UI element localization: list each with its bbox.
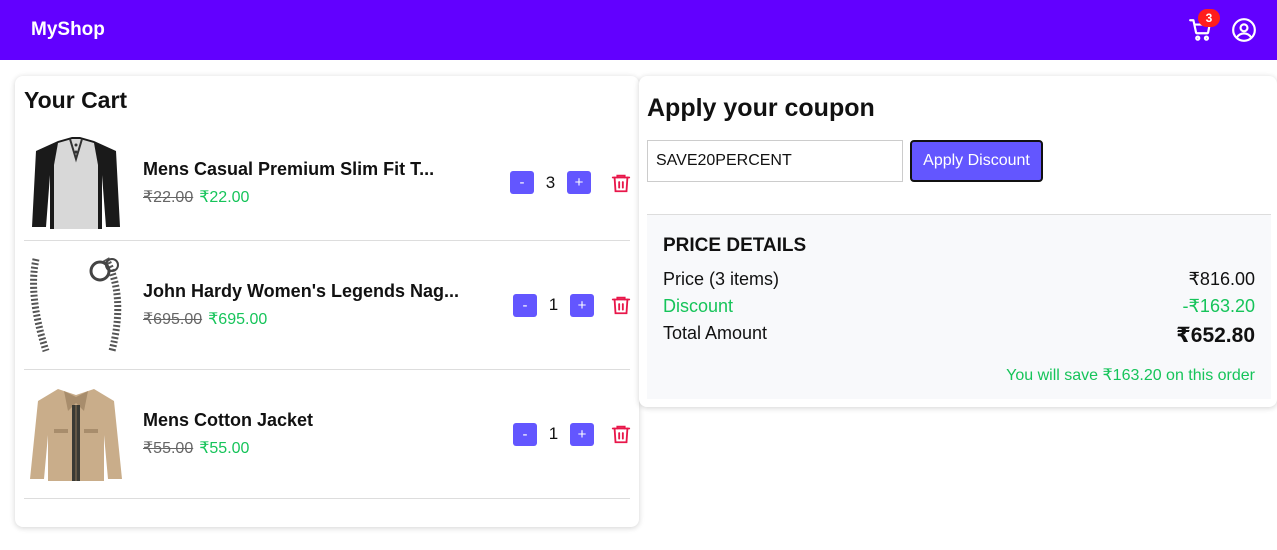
quantity-stepper: - 3 + <box>510 171 591 194</box>
navbar: MyShop 3 <box>0 0 1277 60</box>
price-details-title: PRICE DETAILS <box>663 235 807 256</box>
price-details: PRICE DETAILS Price (3 items) ₹816.00 Di… <box>647 214 1271 399</box>
decrease-quantity-button[interactable]: - <box>513 293 537 317</box>
total-row: Total Amount ₹652.80 <box>663 323 1255 348</box>
item-name[interactable]: Mens Casual Premium Slim Fit T... <box>143 159 478 180</box>
trash-icon <box>611 425 631 444</box>
decrease-quantity-button[interactable]: - <box>513 422 537 446</box>
coupon-panel: Apply your coupon Apply Discount PRICE D… <box>639 76 1277 407</box>
remove-item-button[interactable] <box>610 171 631 195</box>
item-old-price: ₹55.00 <box>143 440 194 457</box>
remove-item-button[interactable] <box>610 422 631 446</box>
cart-list: Mens Casual Premium Slim Fit T... ₹22.00… <box>24 125 631 499</box>
cart-count-badge: 3 <box>1198 9 1220 27</box>
cart-panel: Your Cart Mens Casual Premium Slim Fit T… <box>15 76 639 527</box>
product-image-jacket[interactable] <box>24 384 128 484</box>
increase-quantity-button[interactable]: + <box>567 171 591 194</box>
profile-button[interactable] <box>1231 17 1257 43</box>
discount-value: -₹163.20 <box>1182 296 1255 316</box>
item-price: ₹22.00 <box>199 188 250 206</box>
trash-icon <box>611 174 631 192</box>
item-prices: ₹695.00 ₹695.00 <box>143 309 478 329</box>
price-label: Price (3 items) <box>663 269 780 289</box>
coupon-title: Apply your coupon <box>647 94 875 122</box>
product-image-bracelet[interactable] <box>24 255 128 355</box>
item-info: Mens Casual Premium Slim Fit T... ₹22.00… <box>143 159 478 207</box>
item-info: John Hardy Women's Legends Nag... ₹695.0… <box>143 281 478 329</box>
cart-item: Mens Casual Premium Slim Fit T... ₹22.00… <box>24 125 631 241</box>
user-circle-icon <box>1232 18 1256 42</box>
item-price: ₹695.00 <box>208 311 268 328</box>
item-prices: ₹22.00 ₹22.00 <box>143 187 478 207</box>
quantity-value: 1 <box>548 295 559 314</box>
brand-logo[interactable]: MyShop <box>31 19 105 41</box>
remove-item-button[interactable] <box>610 293 631 317</box>
product-image-tshirt[interactable] <box>24 133 128 233</box>
item-prices: ₹55.00 ₹55.00 <box>143 438 478 458</box>
trash-icon <box>611 296 631 315</box>
item-info: Mens Cotton Jacket ₹55.00 ₹55.00 <box>143 410 478 458</box>
apply-discount-button[interactable]: Apply Discount <box>910 140 1043 182</box>
discount-row: Discount -₹163.20 <box>663 296 1255 317</box>
coupon-input[interactable] <box>647 140 903 182</box>
cart-button[interactable]: 3 <box>1188 9 1220 43</box>
quantity-stepper: - 1 + <box>513 293 594 317</box>
price-row: Price (3 items) ₹816.00 <box>663 269 1255 290</box>
total-value: ₹652.80 <box>1176 324 1255 347</box>
total-label: Total Amount <box>663 323 768 343</box>
cart-title: Your Cart <box>24 87 128 113</box>
quantity-value: 3 <box>545 172 556 192</box>
price-value: ₹816.00 <box>1188 269 1255 289</box>
cart-item: Mens Cotton Jacket ₹55.00 ₹55.00 - 1 + <box>24 370 631 499</box>
nav-actions: 3 <box>1188 9 1257 43</box>
decrease-quantity-button[interactable]: - <box>510 171 534 194</box>
increase-quantity-button[interactable]: + <box>570 293 594 317</box>
item-price: ₹55.00 <box>199 440 250 457</box>
item-old-price: ₹22.00 <box>143 188 194 206</box>
quantity-value: 1 <box>548 424 559 443</box>
item-name[interactable]: John Hardy Women's Legends Nag... <box>143 281 478 302</box>
quantity-stepper: - 1 + <box>513 422 594 446</box>
item-name[interactable]: Mens Cotton Jacket <box>143 410 478 431</box>
increase-quantity-button[interactable]: + <box>570 422 594 446</box>
discount-label: Discount <box>663 296 734 316</box>
cart-item: John Hardy Women's Legends Nag... ₹695.0… <box>24 241 631 370</box>
savings-note: You will save ₹163.20 on this order <box>1006 367 1255 384</box>
item-old-price: ₹695.00 <box>143 311 203 328</box>
